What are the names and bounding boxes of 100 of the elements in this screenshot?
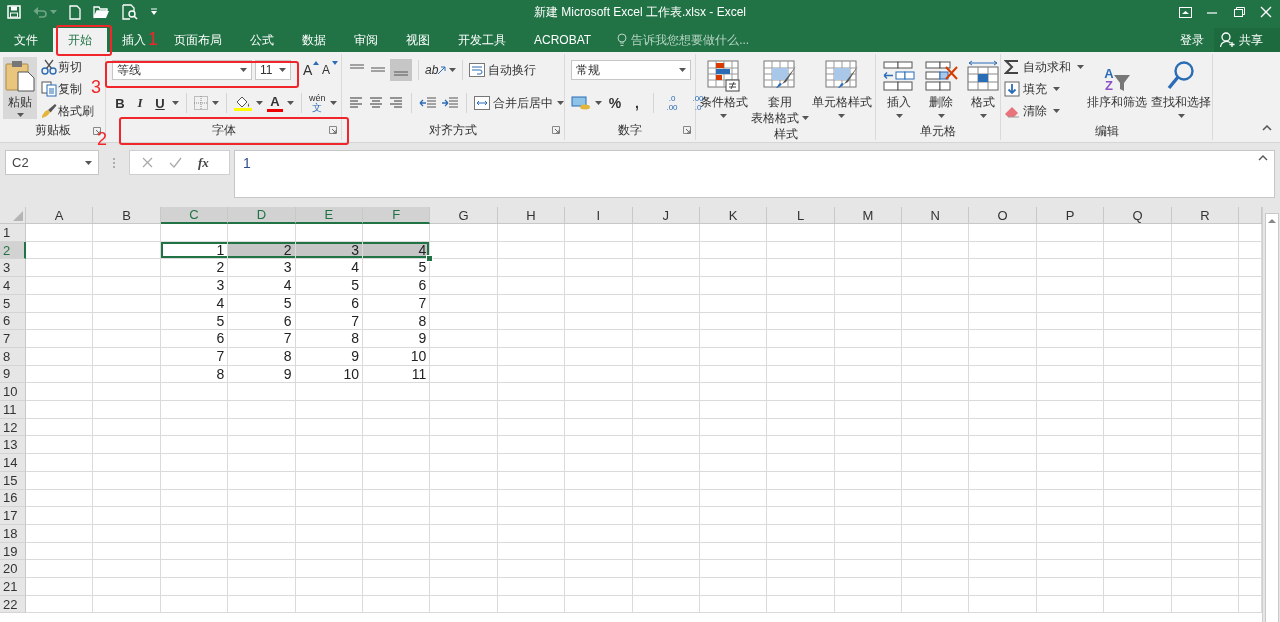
table-cell[interactable] — [699, 401, 768, 419]
table-cell[interactable] — [969, 454, 1037, 472]
table-cell[interactable] — [362, 383, 431, 402]
table-cell[interactable] — [1104, 312, 1172, 331]
table-cell[interactable] — [228, 489, 296, 508]
table-cell[interactable] — [228, 542, 296, 561]
table-cell[interactable] — [1036, 560, 1105, 579]
table-cell[interactable] — [699, 489, 768, 508]
ribbon-tab[interactable]: 页面布局 — [161, 28, 235, 52]
table-cell[interactable] — [1104, 365, 1172, 384]
table-cell[interactable]: 6 — [228, 312, 296, 331]
table-cell[interactable] — [1104, 347, 1172, 366]
table-cell[interactable] — [497, 224, 566, 242]
share-button[interactable]: 共享 — [1214, 28, 1280, 52]
column-header[interactable]: C — [160, 207, 229, 224]
table-cell[interactable] — [767, 578, 835, 596]
table-cell[interactable] — [362, 524, 431, 543]
italic-button[interactable]: I — [132, 93, 148, 113]
row-header[interactable]: 20 — [0, 560, 26, 579]
table-cell[interactable]: 10 — [295, 365, 363, 384]
table-cell[interactable] — [228, 524, 296, 543]
table-cell[interactable] — [834, 471, 903, 490]
table-cell[interactable] — [430, 224, 498, 242]
table-cell[interactable] — [1104, 241, 1172, 260]
table-cell[interactable] — [93, 454, 161, 472]
table-cell[interactable] — [565, 524, 633, 543]
table-cell[interactable] — [497, 578, 566, 596]
table-cell[interactable] — [902, 454, 970, 472]
table-cell[interactable] — [767, 489, 835, 508]
table-cell[interactable] — [1171, 294, 1240, 313]
table-cell[interactable] — [565, 330, 633, 348]
table-cell[interactable] — [632, 241, 700, 260]
column-header[interactable]: K — [699, 207, 768, 224]
table-cell[interactable] — [565, 224, 633, 242]
column-header[interactable]: G — [430, 207, 498, 224]
font-name-dropdown[interactable]: 等线 — [112, 60, 252, 80]
table-cell[interactable] — [26, 489, 94, 508]
table-cell[interactable] — [26, 436, 94, 455]
table-cell[interactable] — [1104, 507, 1172, 525]
table-cell[interactable] — [1104, 418, 1172, 437]
table-cell[interactable] — [834, 418, 903, 437]
fill-color-icon[interactable] — [234, 95, 252, 111]
save-icon[interactable] — [7, 5, 21, 19]
table-cell[interactable] — [902, 436, 970, 455]
table-cell[interactable] — [1036, 471, 1105, 490]
table-cell[interactable] — [902, 277, 970, 295]
column-header[interactable]: Q — [1104, 207, 1172, 224]
table-cell[interactable] — [969, 365, 1037, 384]
table-cell[interactable] — [699, 259, 768, 278]
table-cell[interactable] — [969, 595, 1037, 614]
table-cell[interactable] — [1104, 294, 1172, 313]
table-cell[interactable] — [295, 578, 363, 596]
table-cell[interactable] — [295, 436, 363, 455]
table-cell[interactable] — [767, 595, 835, 614]
table-cell[interactable] — [497, 330, 566, 348]
table-cell[interactable] — [1104, 454, 1172, 472]
table-cell[interactable] — [1171, 595, 1240, 614]
row-header[interactable]: 4 — [0, 277, 26, 295]
select-all-icon[interactable] — [13, 211, 23, 221]
table-cell[interactable] — [362, 542, 431, 561]
table-cell[interactable] — [902, 418, 970, 437]
table-cell[interactable] — [1036, 224, 1105, 242]
collapse-ribbon-icon[interactable] — [1262, 125, 1272, 131]
table-cell[interactable] — [93, 560, 161, 579]
table-cell[interactable] — [699, 294, 768, 313]
table-cell[interactable]: 8 — [295, 330, 363, 348]
table-cell[interactable] — [699, 365, 768, 384]
table-cell[interactable] — [902, 347, 970, 366]
table-cell[interactable] — [632, 489, 700, 508]
table-cell[interactable] — [1104, 401, 1172, 419]
new-document-icon[interactable] — [69, 4, 81, 20]
table-cell[interactable] — [160, 401, 229, 419]
table-cell[interactable]: 5 — [228, 294, 296, 313]
table-cell[interactable] — [93, 471, 161, 490]
customize-caret-icon[interactable] — [150, 8, 158, 16]
table-cell[interactable] — [834, 241, 903, 260]
column-header[interactable]: E — [295, 207, 363, 224]
paste-button[interactable]: 粘贴 — [3, 57, 37, 119]
table-cell[interactable] — [1036, 259, 1105, 278]
row-header[interactable]: 21 — [0, 578, 26, 596]
table-cell[interactable] — [1171, 312, 1240, 331]
table-cell[interactable] — [902, 524, 970, 543]
table-cell[interactable] — [969, 294, 1037, 313]
table-cell[interactable] — [160, 578, 229, 596]
table-cell[interactable] — [228, 471, 296, 490]
table-cell[interactable] — [160, 454, 229, 472]
table-cell[interactable] — [228, 436, 296, 455]
table-cell[interactable] — [632, 365, 700, 384]
table-cell[interactable] — [834, 489, 903, 508]
table-cell[interactable] — [430, 241, 498, 260]
table-cell[interactable] — [430, 312, 498, 331]
table-cell[interactable] — [1171, 454, 1240, 472]
table-cell[interactable] — [699, 347, 768, 366]
table-cell[interactable] — [228, 454, 296, 472]
table-cell[interactable] — [497, 347, 566, 366]
ribbon-button[interactable]: 删除 — [921, 57, 961, 122]
table-cell[interactable] — [93, 294, 161, 313]
table-cell[interactable] — [632, 383, 700, 402]
column-header[interactable]: O — [969, 207, 1037, 224]
table-cell[interactable] — [160, 418, 229, 437]
